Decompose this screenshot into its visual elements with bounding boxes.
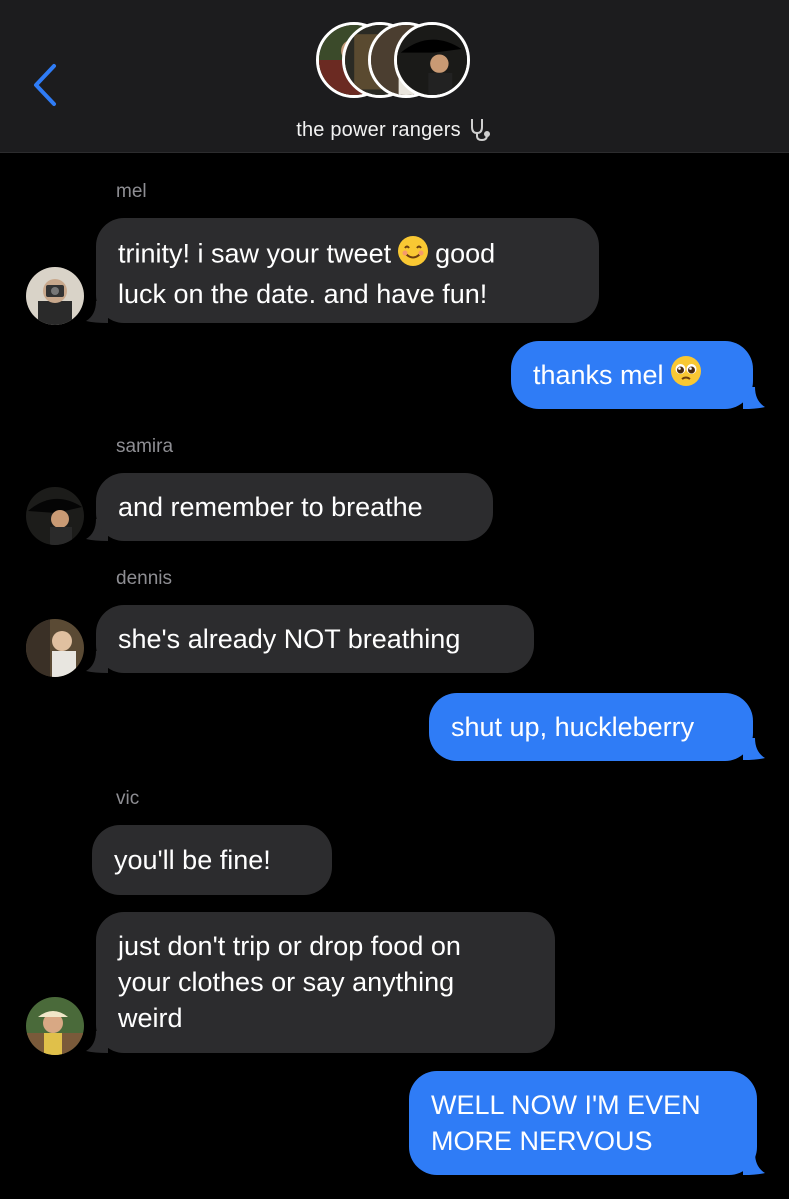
message-text: trinity! i saw your tweet	[118, 238, 392, 269]
message-text: luck on the date. and have fun!	[118, 279, 488, 309]
message-text: she's already NOT breathing	[118, 624, 461, 654]
message-bubble[interactable]: WELL NOW I'M EVEN MORE NERVOUS	[409, 1071, 757, 1175]
message-bubble[interactable]: just don't trip or drop food on your clo…	[96, 912, 555, 1053]
message-bubble[interactable]: trinity! i saw your tweet good luck on th…	[96, 218, 599, 323]
message-text: your clothes or say anything	[118, 967, 455, 997]
avatar-samira[interactable]	[26, 487, 84, 545]
sender-name: mel	[116, 181, 147, 202]
message-bubble[interactable]: she's already NOT breathing	[96, 605, 534, 673]
pleading-face-icon	[670, 355, 702, 396]
message-text: just don't trip or drop food on	[118, 931, 461, 961]
sender-name: vic	[116, 788, 140, 809]
sender-name: samira	[116, 436, 174, 457]
group-avatar-4	[394, 22, 470, 98]
avatar-vic[interactable]	[26, 997, 84, 1055]
message-bubble[interactable]: you'll be fine!	[92, 825, 332, 895]
message-thread[interactable]: mel trinity! i saw your tweet good luck o…	[0, 153, 789, 1199]
message-text: thanks mel	[533, 360, 664, 390]
group-title[interactable]: the power rangers	[0, 116, 789, 148]
back-button[interactable]	[30, 62, 64, 108]
message-bubble[interactable]: and remember to breathe	[96, 473, 493, 541]
conversation-header: the power rangers	[0, 0, 789, 153]
group-avatar-stack[interactable]	[316, 22, 476, 104]
smiling-face-icon	[397, 235, 429, 276]
message-text: WELL NOW I'M EVEN	[431, 1090, 701, 1120]
sender-name: dennis	[116, 568, 172, 589]
avatar-dennis[interactable]	[26, 619, 84, 677]
message-bubble[interactable]: shut up, huckleberry	[429, 693, 753, 761]
message-text: shut up, huckleberry	[451, 712, 695, 742]
message-text: and remember to breathe	[118, 492, 423, 522]
group-name: the power rangers	[296, 119, 461, 141]
message-bubble[interactable]: thanks mel	[511, 341, 753, 409]
chevron-left-icon	[34, 64, 56, 106]
message-text: you'll be fine!	[114, 845, 271, 875]
avatar-mel[interactable]	[26, 267, 84, 325]
stethoscope-icon	[467, 116, 493, 148]
message-text: good	[435, 238, 496, 269]
message-text: weird	[118, 1003, 183, 1033]
message-text: MORE NERVOUS	[431, 1126, 653, 1156]
